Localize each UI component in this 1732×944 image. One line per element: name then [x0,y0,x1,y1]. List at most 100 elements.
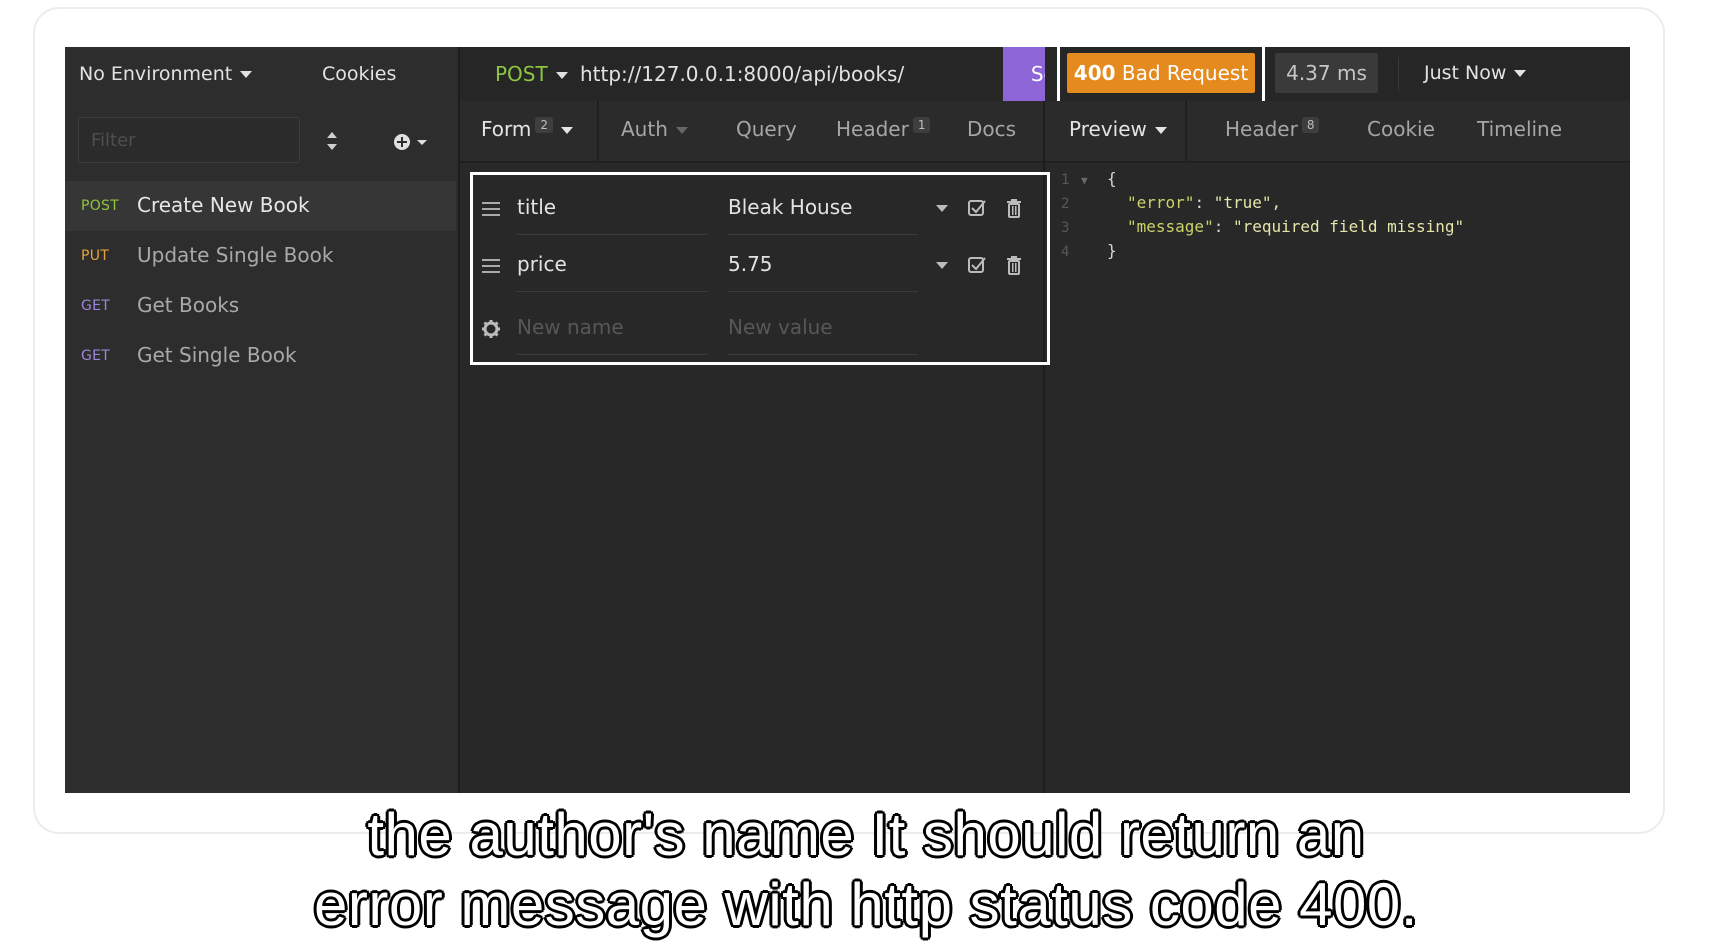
environment-label: No Environment [79,63,233,85]
tab-label: Auth [621,117,668,141]
chevron-down-icon [561,127,574,134]
request-pane: POST http://127.0.0.1:8000/api/books/ Se… [460,47,1109,793]
chevron-down-icon [675,127,688,134]
checkbox-checked-icon[interactable] [967,255,987,275]
tab-count-badge: 8 [1301,117,1320,133]
status-highlight-outline [1057,47,1265,105]
line-number: 4 [1061,244,1070,260]
code-line: 4 } [1045,241,1630,265]
tab-form[interactable]: Form 2 [481,117,574,141]
response-status-bar: 400 Bad Request 4.37 ms Just Now [1045,47,1630,105]
code-text: "error": "true", [1127,193,1282,212]
request-name: Create New Book [137,193,310,217]
method-badge: GET [81,298,111,314]
tab-auth[interactable]: Auth [621,117,688,141]
code-text: "message": "required field missing" [1127,217,1465,236]
divider [1398,57,1399,91]
request-name: Get Books [137,293,240,317]
drag-handle-icon[interactable] [482,201,500,217]
request-name: Get Single Book [137,343,297,367]
new-name-field[interactable]: New name [517,311,707,355]
chevron-down-icon[interactable] [935,203,949,213]
filter-input[interactable] [78,117,300,163]
param-value-field[interactable]: Bleak House [728,191,918,235]
tab-label: Query [736,117,797,141]
json-value: "true", [1213,193,1282,212]
form-param-row: title Bleak House [473,179,1047,239]
tab-label: Docs [967,117,1017,141]
response-history-dropdown[interactable]: Just Now [1424,62,1527,84]
drag-handle-icon[interactable] [482,258,500,274]
code-line: 2 "error": "true", [1045,193,1630,217]
gear-icon[interactable] [481,319,501,339]
url-bar: POST http://127.0.0.1:8000/api/books/ [460,47,1043,101]
response-tabs: Preview Header 8 Cookie Timeline [1045,101,1630,163]
chevron-down-icon[interactable] [935,260,949,270]
tab-docs[interactable]: Docs [967,117,1016,141]
tab-label: Cookie [1367,117,1435,141]
cookies-button[interactable]: Cookies [322,63,396,85]
url-input[interactable]: http://127.0.0.1:8000/api/books/ [580,62,904,86]
request-name: Update Single Book [137,243,334,267]
chevron-down-icon [1514,70,1527,77]
code-text: { [1107,169,1117,188]
subtitle-line-2: error message with http status code 400. [313,870,1418,939]
method-badge: POST [81,198,120,214]
json-key: "message" [1127,217,1214,236]
param-name-field[interactable]: price [517,248,707,292]
tab-divider [597,101,599,161]
add-request-icon[interactable] [392,131,432,153]
response-pane: 400 Bad Request 4.37 ms Just Now Preview… [1045,47,1630,793]
param-value-field[interactable]: 5.75 [728,248,918,292]
method-dropdown[interactable]: POST [495,62,568,86]
tab-count-badge: 2 [535,117,554,133]
tab-header[interactable]: Header 1 [836,117,931,141]
sidebar: No Environment Cookies POST Create New B… [65,47,460,793]
fold-arrow-icon[interactable]: ▼ [1081,174,1088,187]
checkbox-checked-icon[interactable] [967,198,987,218]
tab-timeline[interactable]: Timeline [1477,117,1562,141]
chevron-down-icon [240,71,253,78]
line-number: 2 [1061,196,1070,212]
tab-label: Timeline [1477,117,1563,141]
response-body-viewer[interactable]: 1 ▼ { 2 "error": "true", 3 "message": "r… [1045,169,1630,265]
trash-icon[interactable] [1006,255,1022,275]
line-number: 3 [1061,220,1070,236]
method-badge: PUT [81,248,110,264]
chevron-down-icon [555,72,568,79]
code-line: 3 "message": "required field missing" [1045,217,1630,241]
new-param-row: New name New value [473,299,1047,359]
json-value: "required field missing" [1232,217,1465,236]
tab-label: Header [1225,117,1298,141]
tab-count-badge: 1 [912,117,931,133]
form-params-box: title Bleak House price 5.75 New name Ne… [470,172,1050,365]
param-name-field[interactable]: title [517,191,707,235]
environment-dropdown[interactable]: No Environment [79,63,253,85]
environment-bar: No Environment Cookies [65,47,458,101]
tab-cookie[interactable]: Cookie [1367,117,1435,141]
request-item-create-new-book[interactable]: POST Create New Book [65,181,456,231]
new-value-field[interactable]: New value [728,311,918,355]
tab-label: Header [836,117,909,141]
form-param-row: price 5.75 [473,236,1047,296]
request-tabs: Form 2 Auth Query Header 1 Docs [460,101,1043,163]
tab-divider [1185,101,1187,161]
tab-query[interactable]: Query [736,117,797,141]
tab-label: Preview [1069,117,1147,141]
trash-icon[interactable] [1006,198,1022,218]
sort-icon[interactable] [324,130,340,152]
request-item-get-single-book[interactable]: GET Get Single Book [65,331,456,381]
tab-label: Form [481,117,532,141]
request-item-get-books[interactable]: GET Get Books [65,281,456,331]
tab-preview[interactable]: Preview [1069,117,1167,141]
code-line: 1 ▼ { [1045,169,1630,193]
request-item-update-single-book[interactable]: PUT Update Single Book [65,231,456,281]
tab-response-header[interactable]: Header 8 [1225,117,1320,141]
insomnia-app-window: No Environment Cookies POST Create New B… [65,47,1630,793]
request-list: POST Create New Book PUT Update Single B… [65,181,456,381]
subtitle-line-1: the author's name It should return an [366,800,1365,869]
method-badge: GET [81,348,111,364]
method-label: POST [495,62,548,86]
json-key: "error" [1127,193,1195,212]
history-label: Just Now [1424,62,1507,84]
